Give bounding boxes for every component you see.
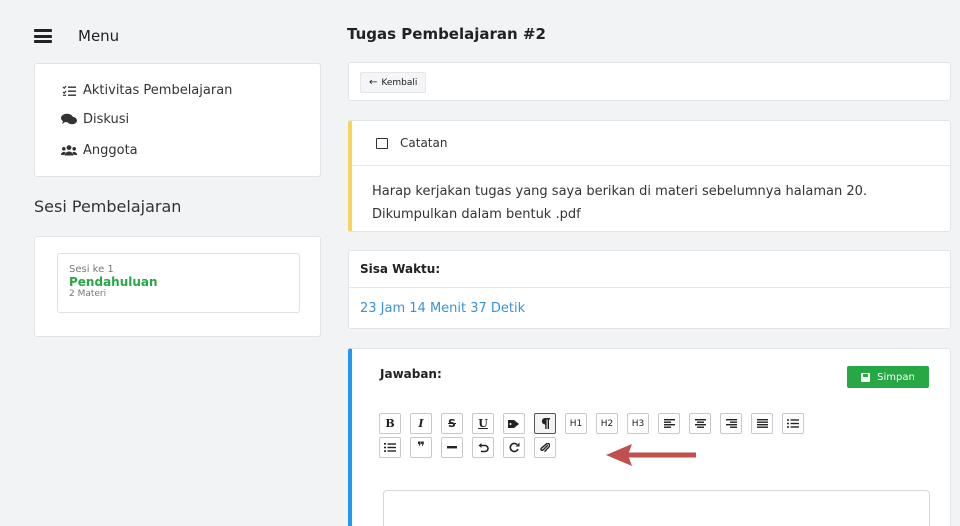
sesi-item[interactable]: Sesi ke 1 Pendahuluan 2 Materi — [57, 253, 300, 313]
sidebar-nav: Aktivitas Pembelajaran Diskusi Anggota — [34, 63, 321, 177]
catatan-card: Catatan Harap kerjakan tugas yang saya b… — [348, 120, 951, 232]
paperclip-icon — [540, 442, 550, 452]
arrow-left-icon: ← — [369, 77, 378, 88]
redo-button[interactable] — [503, 437, 525, 458]
simpan-label: Simpan — [877, 371, 915, 383]
simpan-button[interactable]: Simpan — [847, 366, 929, 388]
sticky-note-icon — [376, 137, 388, 149]
italic-button[interactable]: I — [410, 413, 432, 434]
quote-button[interactable]: ❞ — [410, 437, 432, 458]
sesi-section-title: Sesi Pembelajaran — [34, 197, 182, 216]
menu-label: Menu — [78, 27, 120, 45]
tasks-icon — [61, 85, 77, 97]
sidebar-item-label: Diskusi — [83, 111, 130, 127]
bullet-list-button[interactable] — [782, 413, 804, 434]
sidebar-item-aktivitas[interactable]: Aktivitas Pembelajaran — [35, 77, 320, 104]
sesi-name: Pendahuluan — [69, 275, 158, 289]
numbered-list-button[interactable] — [379, 437, 401, 458]
heading2-button[interactable]: H2 — [596, 413, 618, 434]
jawaban-card: Jawaban: Simpan B I S U H1 H2 H3 ❞ — [348, 348, 951, 526]
page-title: Tugas Pembelajaran #2 — [347, 25, 546, 43]
jawaban-title: Jawaban: — [380, 367, 442, 381]
sisa-waktu-title: Sisa Waktu: — [349, 251, 950, 288]
align-center-icon — [694, 419, 706, 428]
undo-button[interactable] — [472, 437, 494, 458]
save-icon — [861, 372, 871, 382]
comments-icon — [61, 113, 77, 125]
tag-button[interactable] — [503, 413, 525, 434]
sidebar-item-anggota[interactable]: Anggota — [35, 134, 320, 166]
align-right-button[interactable] — [720, 413, 742, 434]
strikethrough-button[interactable]: S — [441, 413, 463, 434]
align-right-icon — [725, 419, 737, 428]
catatan-text: Harap kerjakan tugas yang saya berikan d… — [372, 184, 868, 222]
horizontal-rule-button[interactable] — [441, 437, 463, 458]
undo-icon — [478, 443, 489, 453]
sisa-waktu-value: 23 Jam 14 Menit 37 Detik — [360, 301, 526, 316]
align-center-button[interactable] — [689, 413, 711, 434]
align-justify-button[interactable] — [751, 413, 773, 434]
sidebar-item-label: Aktivitas Pembelajaran — [83, 83, 233, 98]
back-button-label: Kembali — [381, 77, 418, 88]
attachment-button[interactable] — [534, 437, 556, 458]
underline-button[interactable]: U — [472, 413, 494, 434]
annotation-arrow — [606, 444, 696, 466]
sidebar-item-diskusi[interactable]: Diskusi — [35, 104, 320, 134]
numbered-list-icon — [384, 443, 396, 452]
redo-icon — [509, 442, 519, 453]
menu-header: Menu — [34, 22, 119, 50]
heading3-button[interactable]: H3 — [627, 413, 649, 434]
bold-button[interactable]: B — [379, 413, 401, 434]
users-icon — [61, 144, 77, 156]
sesi-materi-count: 2 Materi — [69, 289, 107, 299]
sesi-number: Sesi ke 1 — [69, 264, 114, 275]
back-button[interactable]: ← Kembali — [360, 72, 427, 93]
tag-icon — [508, 419, 519, 428]
catatan-title: Catatan — [400, 136, 448, 150]
bullet-list-icon — [787, 419, 799, 428]
align-justify-icon — [756, 419, 768, 428]
sesi-card: Sesi ke 1 Pendahuluan 2 Materi — [34, 236, 321, 337]
paragraph-icon — [541, 418, 550, 429]
sidebar-item-label: Anggota — [83, 142, 138, 158]
heading1-button[interactable]: H1 — [565, 413, 587, 434]
paragraph-button[interactable] — [534, 413, 556, 434]
sisa-waktu-card: Sisa Waktu: 23 Jam 14 Menit 37 Detik — [348, 250, 951, 329]
align-left-button[interactable] — [658, 413, 680, 434]
catatan-header: Catatan — [352, 121, 950, 166]
back-card: ← Kembali — [348, 62, 951, 101]
hamburger-icon[interactable] — [34, 29, 52, 43]
align-left-icon — [663, 419, 675, 428]
answer-editor[interactable] — [383, 490, 930, 526]
minus-icon — [447, 446, 457, 449]
